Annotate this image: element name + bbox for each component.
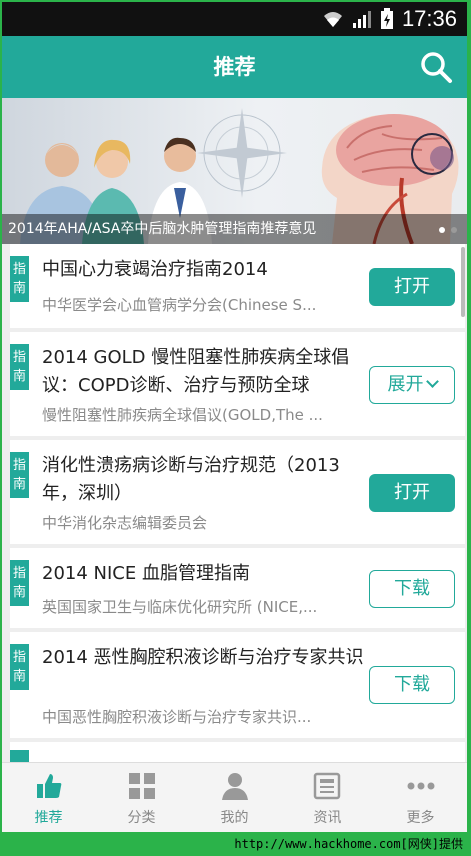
thumbs-up-icon <box>36 774 61 798</box>
nav-label: 资讯 <box>313 810 342 826</box>
search-icon[interactable] <box>419 50 453 84</box>
nav-mine[interactable]: 我的 <box>188 763 281 832</box>
nav-label: 推荐 <box>34 810 63 826</box>
nav-more[interactable]: 更多 <box>374 763 467 832</box>
carousel-indicator <box>439 227 457 233</box>
watermark-text: http://www.hackhome.com[网侠]提供 <box>0 832 471 856</box>
title-bar: 推荐 <box>2 36 467 98</box>
guideline-tag: 指南 <box>10 560 29 606</box>
list-item[interactable]: 指南 2014 GOLD 慢性阻塞性肺疾病全球倡议：COPD诊断、治疗与预防全球… <box>10 332 465 436</box>
guideline-publisher: 中华消化杂志编辑委员会 <box>42 514 208 532</box>
list-item[interactable]: 指南 2014 恶性胸腔积液诊断与治疗专家共识 中国恶性胸腔积液诊断与治疗专家共… <box>10 632 465 738</box>
news-icon <box>313 772 340 800</box>
nav-news[interactable]: 资讯 <box>281 763 374 832</box>
download-button[interactable]: 下载 <box>369 570 455 608</box>
carousel-dot-active <box>439 227 445 233</box>
guideline-publisher: 慢性阻塞性肺疾病全球倡议(GOLD,The ... <box>42 406 323 424</box>
signal-icon <box>352 11 371 28</box>
nav-recommend[interactable]: 推荐 <box>2 763 95 832</box>
bottom-nav: 推荐 分类 我的 资讯 更多 <box>2 762 467 832</box>
app-frame: 17:36 推荐 2014年AHA/ASA卒中后脑水肿管理指南推荐意见 指南 中… <box>0 0 471 856</box>
more-icon <box>407 782 434 790</box>
scrollbar[interactable] <box>461 247 465 317</box>
chevron-down-icon <box>425 375 439 388</box>
expand-label: 展开 <box>387 374 424 395</box>
open-button[interactable]: 打开 <box>369 474 455 512</box>
guideline-publisher: 中国恶性胸腔积液诊断与治疗专家共识... <box>42 708 312 726</box>
nav-category[interactable]: 分类 <box>95 763 188 832</box>
user-icon <box>221 773 248 800</box>
open-button[interactable]: 打开 <box>369 268 455 306</box>
page-title: 推荐 <box>213 55 256 79</box>
guideline-title: 2014 NICE 血脂管理指南 <box>42 563 250 584</box>
guideline-title: 中国心力衰竭治疗指南2014 <box>42 259 268 280</box>
nav-label: 更多 <box>406 810 435 826</box>
nav-label: 我的 <box>220 810 249 826</box>
guideline-title: 消化性溃疡病诊断与治疗规范（2013年，深圳） <box>42 455 340 504</box>
status-icons: 17:36 <box>322 6 457 32</box>
expand-button[interactable]: 展开 <box>369 366 455 404</box>
clock: 17:36 <box>401 6 457 31</box>
phone-screen: 17:36 推荐 2014年AHA/ASA卒中后脑水肿管理指南推荐意见 指南 中… <box>2 2 467 832</box>
list-item[interactable]: 指南 2014 NICE 血脂管理指南 英国国家卫生与临床优化研究所 (NICE… <box>10 548 465 628</box>
banner-carousel[interactable]: 2014年AHA/ASA卒中后脑水肿管理指南推荐意见 <box>2 98 467 244</box>
guideline-tag: 指南 <box>10 644 29 690</box>
guideline-title: 2014 GOLD 慢性阻塞性肺疾病全球倡议：COPD诊断、治疗与预防全球 <box>42 347 350 396</box>
guideline-publisher: 英国国家卫生与临床优化研究所 (NICE,... <box>42 598 318 616</box>
wifi-icon <box>323 12 342 27</box>
guideline-tag: 指南 <box>10 256 29 302</box>
download-button[interactable]: 下载 <box>369 666 455 704</box>
banner-caption: 2014年AHA/ASA卒中后脑水肿管理指南推荐意见 <box>2 214 467 244</box>
guideline-tag: 指南 <box>10 344 29 390</box>
guideline-tag: 指南 <box>10 452 29 498</box>
battery-icon <box>380 8 393 29</box>
list-item[interactable]: 指南 消化性溃疡病诊断与治疗规范（2013年，深圳） 中华消化杂志编辑委员会 打… <box>10 440 465 544</box>
guideline-title: 2014 恶性胸腔积液诊断与治疗专家共识 <box>42 647 364 668</box>
guideline-publisher: 中华医学会心血管病学分会(Chinese S... <box>42 296 317 314</box>
status-bar: 17:36 <box>2 2 467 36</box>
nav-label: 分类 <box>127 810 156 826</box>
carousel-dot <box>451 227 457 233</box>
list-item[interactable]: 指南 中国心力衰竭治疗指南2014 中华医学会心血管病学分会(Chinese S… <box>10 244 465 328</box>
grid-icon <box>128 773 155 799</box>
